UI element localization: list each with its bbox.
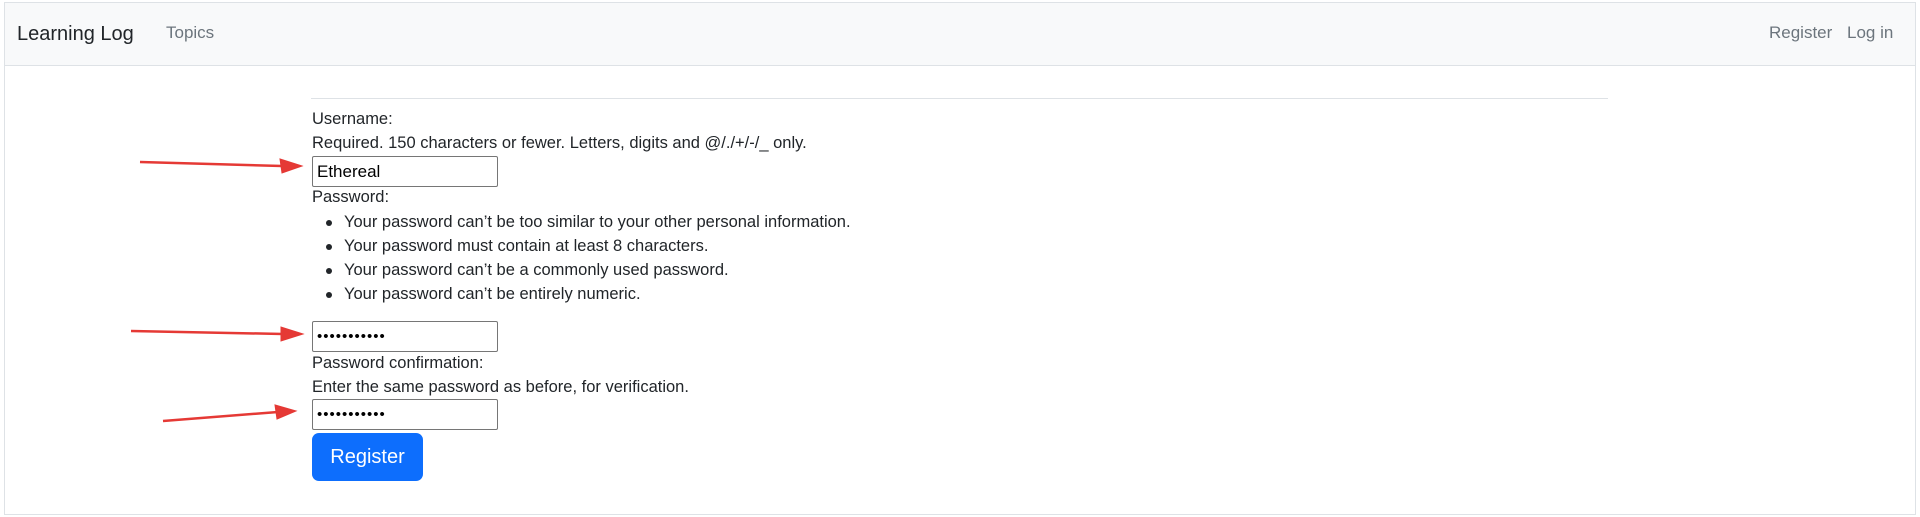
arrow-icon (130, 326, 305, 342)
annotation-arrows (130, 158, 305, 423)
arrow-icon (139, 158, 304, 174)
arrow-icon (162, 404, 298, 423)
